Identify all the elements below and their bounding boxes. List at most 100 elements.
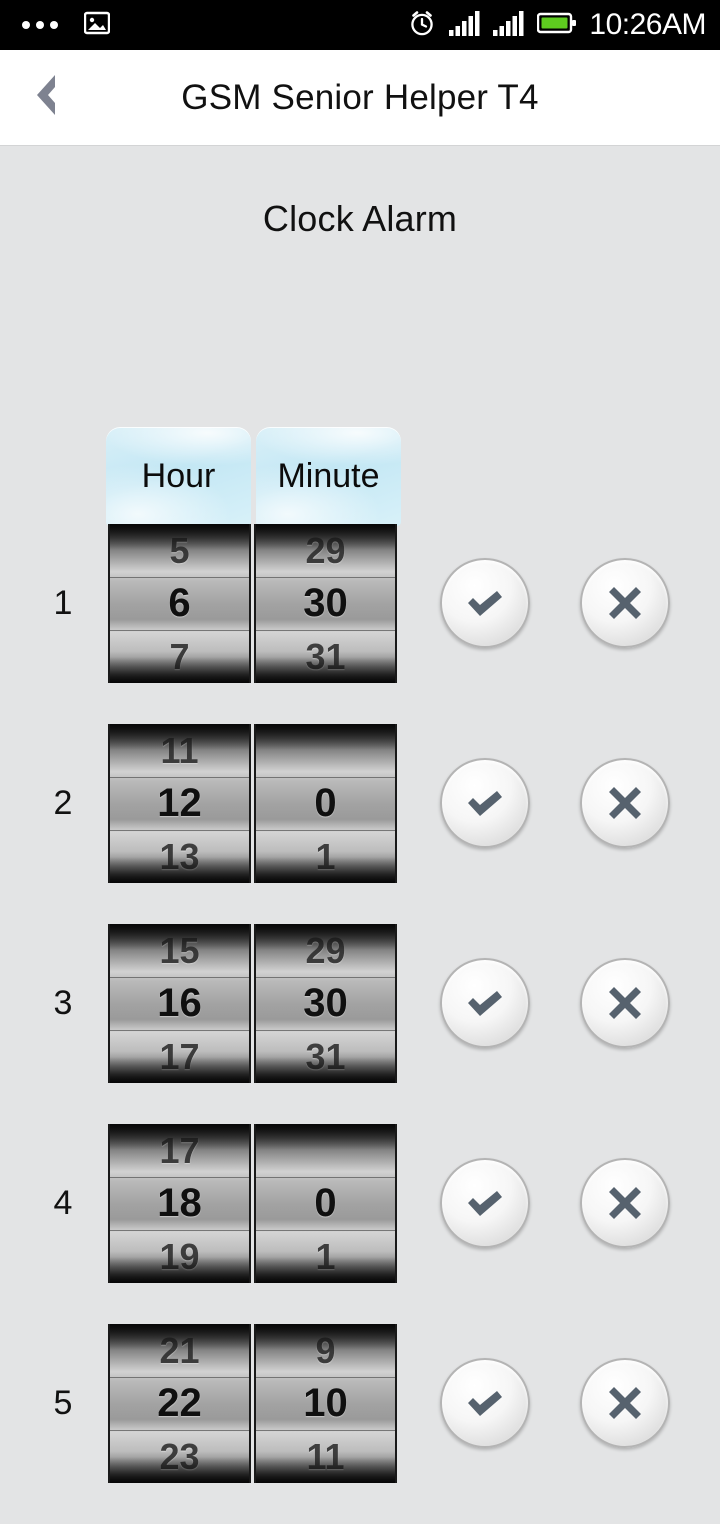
cross-icon xyxy=(601,579,649,627)
spinner-separator xyxy=(256,1030,395,1031)
alarm-row-index: 1 xyxy=(53,584,73,622)
spinner-separator xyxy=(110,1030,249,1031)
spinner-separator xyxy=(110,977,249,978)
alarm-row-actions xyxy=(440,958,670,1048)
minute-spinner-value[interactable]: 0 xyxy=(256,1177,395,1230)
hour-spinner[interactable]: 11 12 13 xyxy=(108,724,251,883)
hour-spinner-value[interactable]: 18 xyxy=(110,1177,249,1230)
check-icon xyxy=(461,1379,509,1427)
delete-alarm-button[interactable] xyxy=(580,1358,670,1448)
minute-spinner-value[interactable]: 30 xyxy=(256,977,395,1030)
minute-spinner-next[interactable]: 31 xyxy=(256,1030,395,1083)
column-headers: Hour Minute xyxy=(106,427,401,526)
check-icon xyxy=(461,979,509,1027)
spinner-separator xyxy=(256,777,395,778)
minute-spinner[interactable]: 29 30 31 xyxy=(254,524,397,683)
column-header-hour[interactable]: Hour xyxy=(106,427,251,526)
hour-spinner-prev[interactable]: 17 xyxy=(110,1124,249,1177)
delete-alarm-button[interactable] xyxy=(580,958,670,1048)
hour-spinner-prev[interactable]: 5 xyxy=(110,524,249,577)
back-button[interactable] xyxy=(0,50,92,145)
hour-spinner[interactable]: 21 22 23 xyxy=(108,1324,251,1483)
delete-alarm-button[interactable] xyxy=(580,1158,670,1248)
minute-spinner-prev[interactable] xyxy=(256,724,395,777)
alarm-row-actions xyxy=(440,758,670,848)
confirm-alarm-button[interactable] xyxy=(440,1158,530,1248)
minute-spinner[interactable]: 9 10 11 xyxy=(254,1324,397,1483)
hour-spinner-value[interactable]: 12 xyxy=(110,777,249,830)
minute-spinner-prev[interactable]: 9 xyxy=(256,1324,395,1377)
alarm-row-actions xyxy=(440,1358,670,1448)
confirm-alarm-button[interactable] xyxy=(440,558,530,648)
spinner-separator xyxy=(110,1230,249,1231)
alarm-row-spinners: 21 22 23 9 10 11 xyxy=(108,1324,397,1483)
minute-spinner-next[interactable]: 31 xyxy=(256,630,395,683)
confirm-alarm-button[interactable] xyxy=(440,758,530,848)
minute-spinner-prev[interactable] xyxy=(256,1124,395,1177)
app-title-bar: GSM Senior Helper T4 xyxy=(0,50,720,145)
check-icon xyxy=(461,779,509,827)
spinner-separator xyxy=(256,1430,395,1431)
alarm-row-spinners: 11 12 13 0 1 xyxy=(108,724,397,883)
back-chevron-icon xyxy=(29,72,63,123)
hour-spinner-prev[interactable]: 21 xyxy=(110,1324,249,1377)
hour-spinner-prev[interactable]: 11 xyxy=(110,724,249,777)
spinner-separator xyxy=(256,1377,395,1378)
hour-spinner-next[interactable]: 19 xyxy=(110,1230,249,1283)
alarm-row: 3 15 16 17 29 30 31 xyxy=(0,924,720,1102)
minute-spinner-next[interactable]: 11 xyxy=(256,1430,395,1483)
page-title: GSM Senior Helper T4 xyxy=(181,77,539,117)
delete-alarm-button[interactable] xyxy=(580,558,670,648)
signal-bars-sim2-icon xyxy=(493,10,525,41)
minute-spinner-next[interactable]: 1 xyxy=(256,830,395,883)
hour-spinner[interactable]: 17 18 19 xyxy=(108,1124,251,1283)
hour-spinner-prev[interactable]: 15 xyxy=(110,924,249,977)
minute-spinner-prev[interactable]: 29 xyxy=(256,524,395,577)
status-bar-left xyxy=(22,11,111,40)
hour-spinner[interactable]: 15 16 17 xyxy=(108,924,251,1083)
minute-spinner-value[interactable]: 0 xyxy=(256,777,395,830)
hour-spinner-value[interactable]: 6 xyxy=(110,577,249,630)
minute-spinner-next[interactable]: 1 xyxy=(256,1230,395,1283)
hour-spinner-next[interactable]: 13 xyxy=(110,830,249,883)
battery-icon xyxy=(537,11,577,40)
alarm-row: 2 11 12 13 0 1 xyxy=(0,724,720,902)
alarm-row-spinners: 15 16 17 29 30 31 xyxy=(108,924,397,1083)
hour-spinner-next[interactable]: 17 xyxy=(110,1030,249,1083)
spinner-separator xyxy=(256,577,395,578)
delete-alarm-button[interactable] xyxy=(580,758,670,848)
hour-spinner-value[interactable]: 16 xyxy=(110,977,249,1030)
column-header-hour-label: Hour xyxy=(141,457,216,495)
spinner-separator xyxy=(110,830,249,831)
hour-spinner-next[interactable]: 23 xyxy=(110,1430,249,1483)
column-header-minute[interactable]: Minute xyxy=(256,427,401,526)
alarm-row: 1 5 6 7 29 30 31 xyxy=(0,524,720,702)
content-area: Clock Alarm Hour Minute 1 5 6 7 29 30 31… xyxy=(0,146,720,1483)
cross-icon xyxy=(601,979,649,1027)
minute-spinner-value[interactable]: 30 xyxy=(256,577,395,630)
alarm-row-index: 2 xyxy=(53,784,73,822)
hour-spinner-next[interactable]: 7 xyxy=(110,630,249,683)
hour-spinner-value[interactable]: 22 xyxy=(110,1377,249,1430)
overflow-dots-icon xyxy=(22,21,58,29)
status-bar-clock: 10:26AM xyxy=(589,8,706,41)
minute-spinner-prev[interactable]: 29 xyxy=(256,924,395,977)
minute-spinner[interactable]: 29 30 31 xyxy=(254,924,397,1083)
confirm-alarm-button[interactable] xyxy=(440,958,530,1048)
alarm-row-actions xyxy=(440,558,670,648)
hour-spinner[interactable]: 5 6 7 xyxy=(108,524,251,683)
alarm-row-spinners: 17 18 19 0 1 xyxy=(108,1124,397,1283)
spinner-separator xyxy=(256,830,395,831)
minute-spinner[interactable]: 0 1 xyxy=(254,724,397,883)
alarm-row-actions xyxy=(440,1158,670,1248)
minute-spinner-value[interactable]: 10 xyxy=(256,1377,395,1430)
check-icon xyxy=(461,1179,509,1227)
alarm-row: 4 17 18 19 0 1 xyxy=(0,1124,720,1302)
confirm-alarm-button[interactable] xyxy=(440,1358,530,1448)
section-title: Clock Alarm xyxy=(262,198,458,239)
spinner-separator xyxy=(110,630,249,631)
spinner-separator xyxy=(110,1430,249,1431)
alarm-list: 1 5 6 7 29 30 31 2 11 12 13 0 1 3 15 16 … xyxy=(0,524,720,1524)
column-header-minute-label: Minute xyxy=(277,457,380,495)
minute-spinner[interactable]: 0 1 xyxy=(254,1124,397,1283)
